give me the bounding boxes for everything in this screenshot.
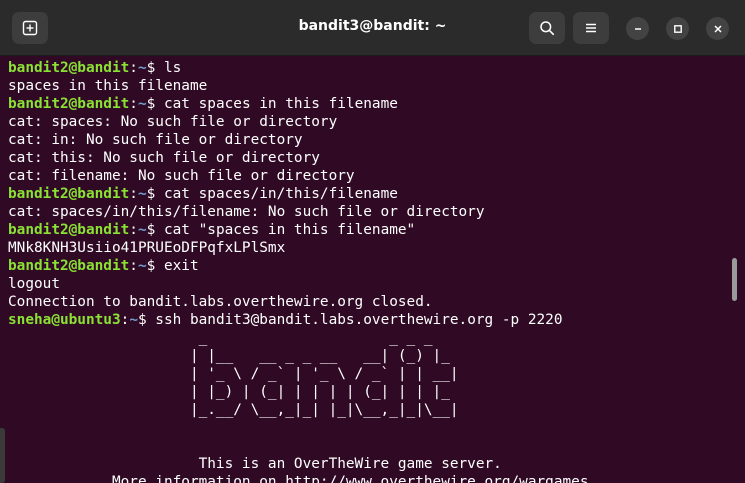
prompt-separator: : <box>129 186 138 202</box>
prompt-path: ~ <box>129 312 138 328</box>
output-line: | '_ \ / _` | '_ \ / _` | | __| <box>8 366 459 382</box>
search-icon <box>539 20 555 36</box>
prompt-command: $ ssh bandit3@bandit.labs.overthewire.or… <box>137 312 563 328</box>
search-button[interactable] <box>529 12 565 44</box>
prompt-user: bandit2@bandit <box>8 186 130 202</box>
prompt-user: sneha@ubuntu3 <box>8 312 121 328</box>
maximize-button[interactable] <box>666 17 689 40</box>
output-line: MNk8KNH3Usiio41PRUEoDFPqfxLPlSmx <box>8 240 286 256</box>
prompt-path: ~ <box>137 258 147 274</box>
terminal-output[interactable]: bandit2@bandit:~$ ls spaces in this filen… <box>8 59 733 483</box>
output-line: cat: in: No such file or directory <box>8 132 303 148</box>
prompt-command: $ cat spaces in this filename <box>146 96 398 112</box>
prompt-command: $ ls <box>146 60 182 76</box>
prompt-separator: : <box>129 222 138 238</box>
output-line: More information on http://www.overthewi… <box>8 474 589 483</box>
output-line: logout <box>8 276 60 292</box>
prompt-user: bandit2@bandit <box>8 96 130 112</box>
output-line: cat: filename: No such file or directory <box>8 168 355 184</box>
output-line: cat: spaces/in/this/filename: No such fi… <box>8 204 485 220</box>
prompt-line: bandit2@bandit:~$ cat spaces in this fil… <box>8 95 733 113</box>
side-edge-tab <box>0 428 5 483</box>
output-line: cat: this: No such file or directory <box>8 150 320 166</box>
prompt-path: ~ <box>137 186 147 202</box>
new-tab-icon <box>22 20 38 36</box>
maximize-icon <box>673 19 683 38</box>
close-icon <box>713 19 723 38</box>
new-tab-button[interactable] <box>12 12 48 44</box>
output-line: | |__ __ _ _ __ __| (_) |_ <box>8 348 450 364</box>
prompt-line: bandit2@bandit:~$ cat "spaces in this fi… <box>8 221 733 239</box>
prompt-command: $ cat spaces/in/this/filename <box>146 186 398 202</box>
prompt-separator: : <box>129 60 138 76</box>
prompt-line: bandit2@bandit:~$ exit <box>8 257 733 275</box>
output-line: _ _ _ _ <box>8 330 433 346</box>
prompt-command: $ cat "spaces in this filename" <box>146 222 416 238</box>
minimize-icon <box>633 19 643 38</box>
terminal-window: bandit3@bandit: ~ bandit2@bandit:~$ ls s… <box>0 0 745 483</box>
prompt-user: bandit2@bandit <box>8 258 130 274</box>
output-line: | |_) | (_| | | | | (_| | | |_ <box>8 384 450 400</box>
prompt-line: bandit2@bandit:~$ cat spaces/in/this/fil… <box>8 185 733 203</box>
prompt-separator: : <box>120 312 130 328</box>
prompt-line: sneha@ubuntu3:~$ ssh bandit3@bandit.labs… <box>8 311 733 329</box>
output-line: spaces in this filename <box>8 78 208 94</box>
output-line: |_.__/ \__,_|_| |_|\__,_|_|\__| <box>8 402 459 418</box>
prompt-command: $ exit <box>146 258 199 274</box>
scrollbar-thumb[interactable] <box>732 258 737 301</box>
prompt-path: ~ <box>137 96 147 112</box>
prompt-user: bandit2@bandit <box>8 222 130 238</box>
prompt-user: bandit2@bandit <box>8 60 130 76</box>
prompt-path: ~ <box>137 60 147 76</box>
prompt-separator: : <box>129 258 138 274</box>
hamburger-menu-icon <box>584 21 598 35</box>
close-button[interactable] <box>706 17 729 40</box>
prompt-path: ~ <box>137 222 147 238</box>
output-line: cat: spaces: No such file or directory <box>8 114 338 130</box>
prompt-line: bandit2@bandit:~$ ls <box>8 59 733 77</box>
menu-button[interactable] <box>573 12 609 44</box>
title-bar[interactable]: bandit3@bandit: ~ <box>0 0 745 56</box>
output-line: Connection to bandit.labs.overthewire.or… <box>8 294 433 310</box>
prompt-separator: : <box>129 96 138 112</box>
output-line: This is an OverTheWire game server. <box>8 456 502 472</box>
minimize-button[interactable] <box>626 17 649 40</box>
